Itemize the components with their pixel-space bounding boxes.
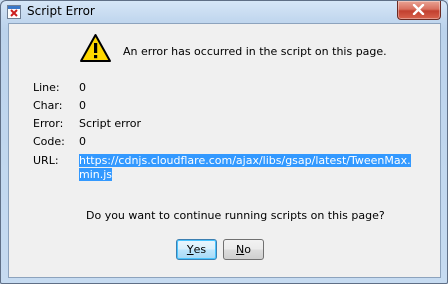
code-value: 0 (79, 135, 86, 148)
close-button[interactable] (397, 1, 441, 20)
url-value[interactable]: https://cdnjs.cloudflare.com/ajax/libs/g… (79, 154, 411, 182)
dialog-body: An error has occurred in the script on t… (8, 23, 441, 278)
code-label: Code: (33, 135, 65, 148)
char-label: Char: (33, 99, 63, 112)
error-label: Error: (33, 117, 64, 130)
url-line-1: https://cdnjs.cloudflare.com/ajax/libs/g… (79, 154, 411, 167)
warning-icon (79, 33, 112, 64)
line-label: Line: (33, 81, 60, 94)
yes-mnemonic: Y (186, 243, 194, 256)
app-icon (6, 4, 22, 20)
window-title: Script Error (27, 4, 95, 18)
script-error-dialog: Script Error An error has occurred in th… (0, 0, 448, 284)
no-mnemonic: N (236, 243, 245, 256)
line-value: 0 (79, 81, 86, 94)
no-button[interactable]: No (223, 239, 264, 260)
yes-label-rest: es (193, 243, 207, 256)
url-line-2: min.js (79, 168, 113, 181)
continue-question: Do you want to continue running scripts … (86, 209, 385, 222)
error-value: Script error (79, 117, 142, 130)
close-icon (412, 4, 425, 15)
url-label: URL: (33, 154, 59, 167)
char-value: 0 (79, 99, 86, 112)
yes-button[interactable]: Yes (176, 239, 217, 260)
error-message: An error has occurred in the script on t… (123, 45, 387, 58)
no-label-rest: o (244, 243, 251, 256)
title-bar[interactable]: Script Error (1, 1, 447, 23)
